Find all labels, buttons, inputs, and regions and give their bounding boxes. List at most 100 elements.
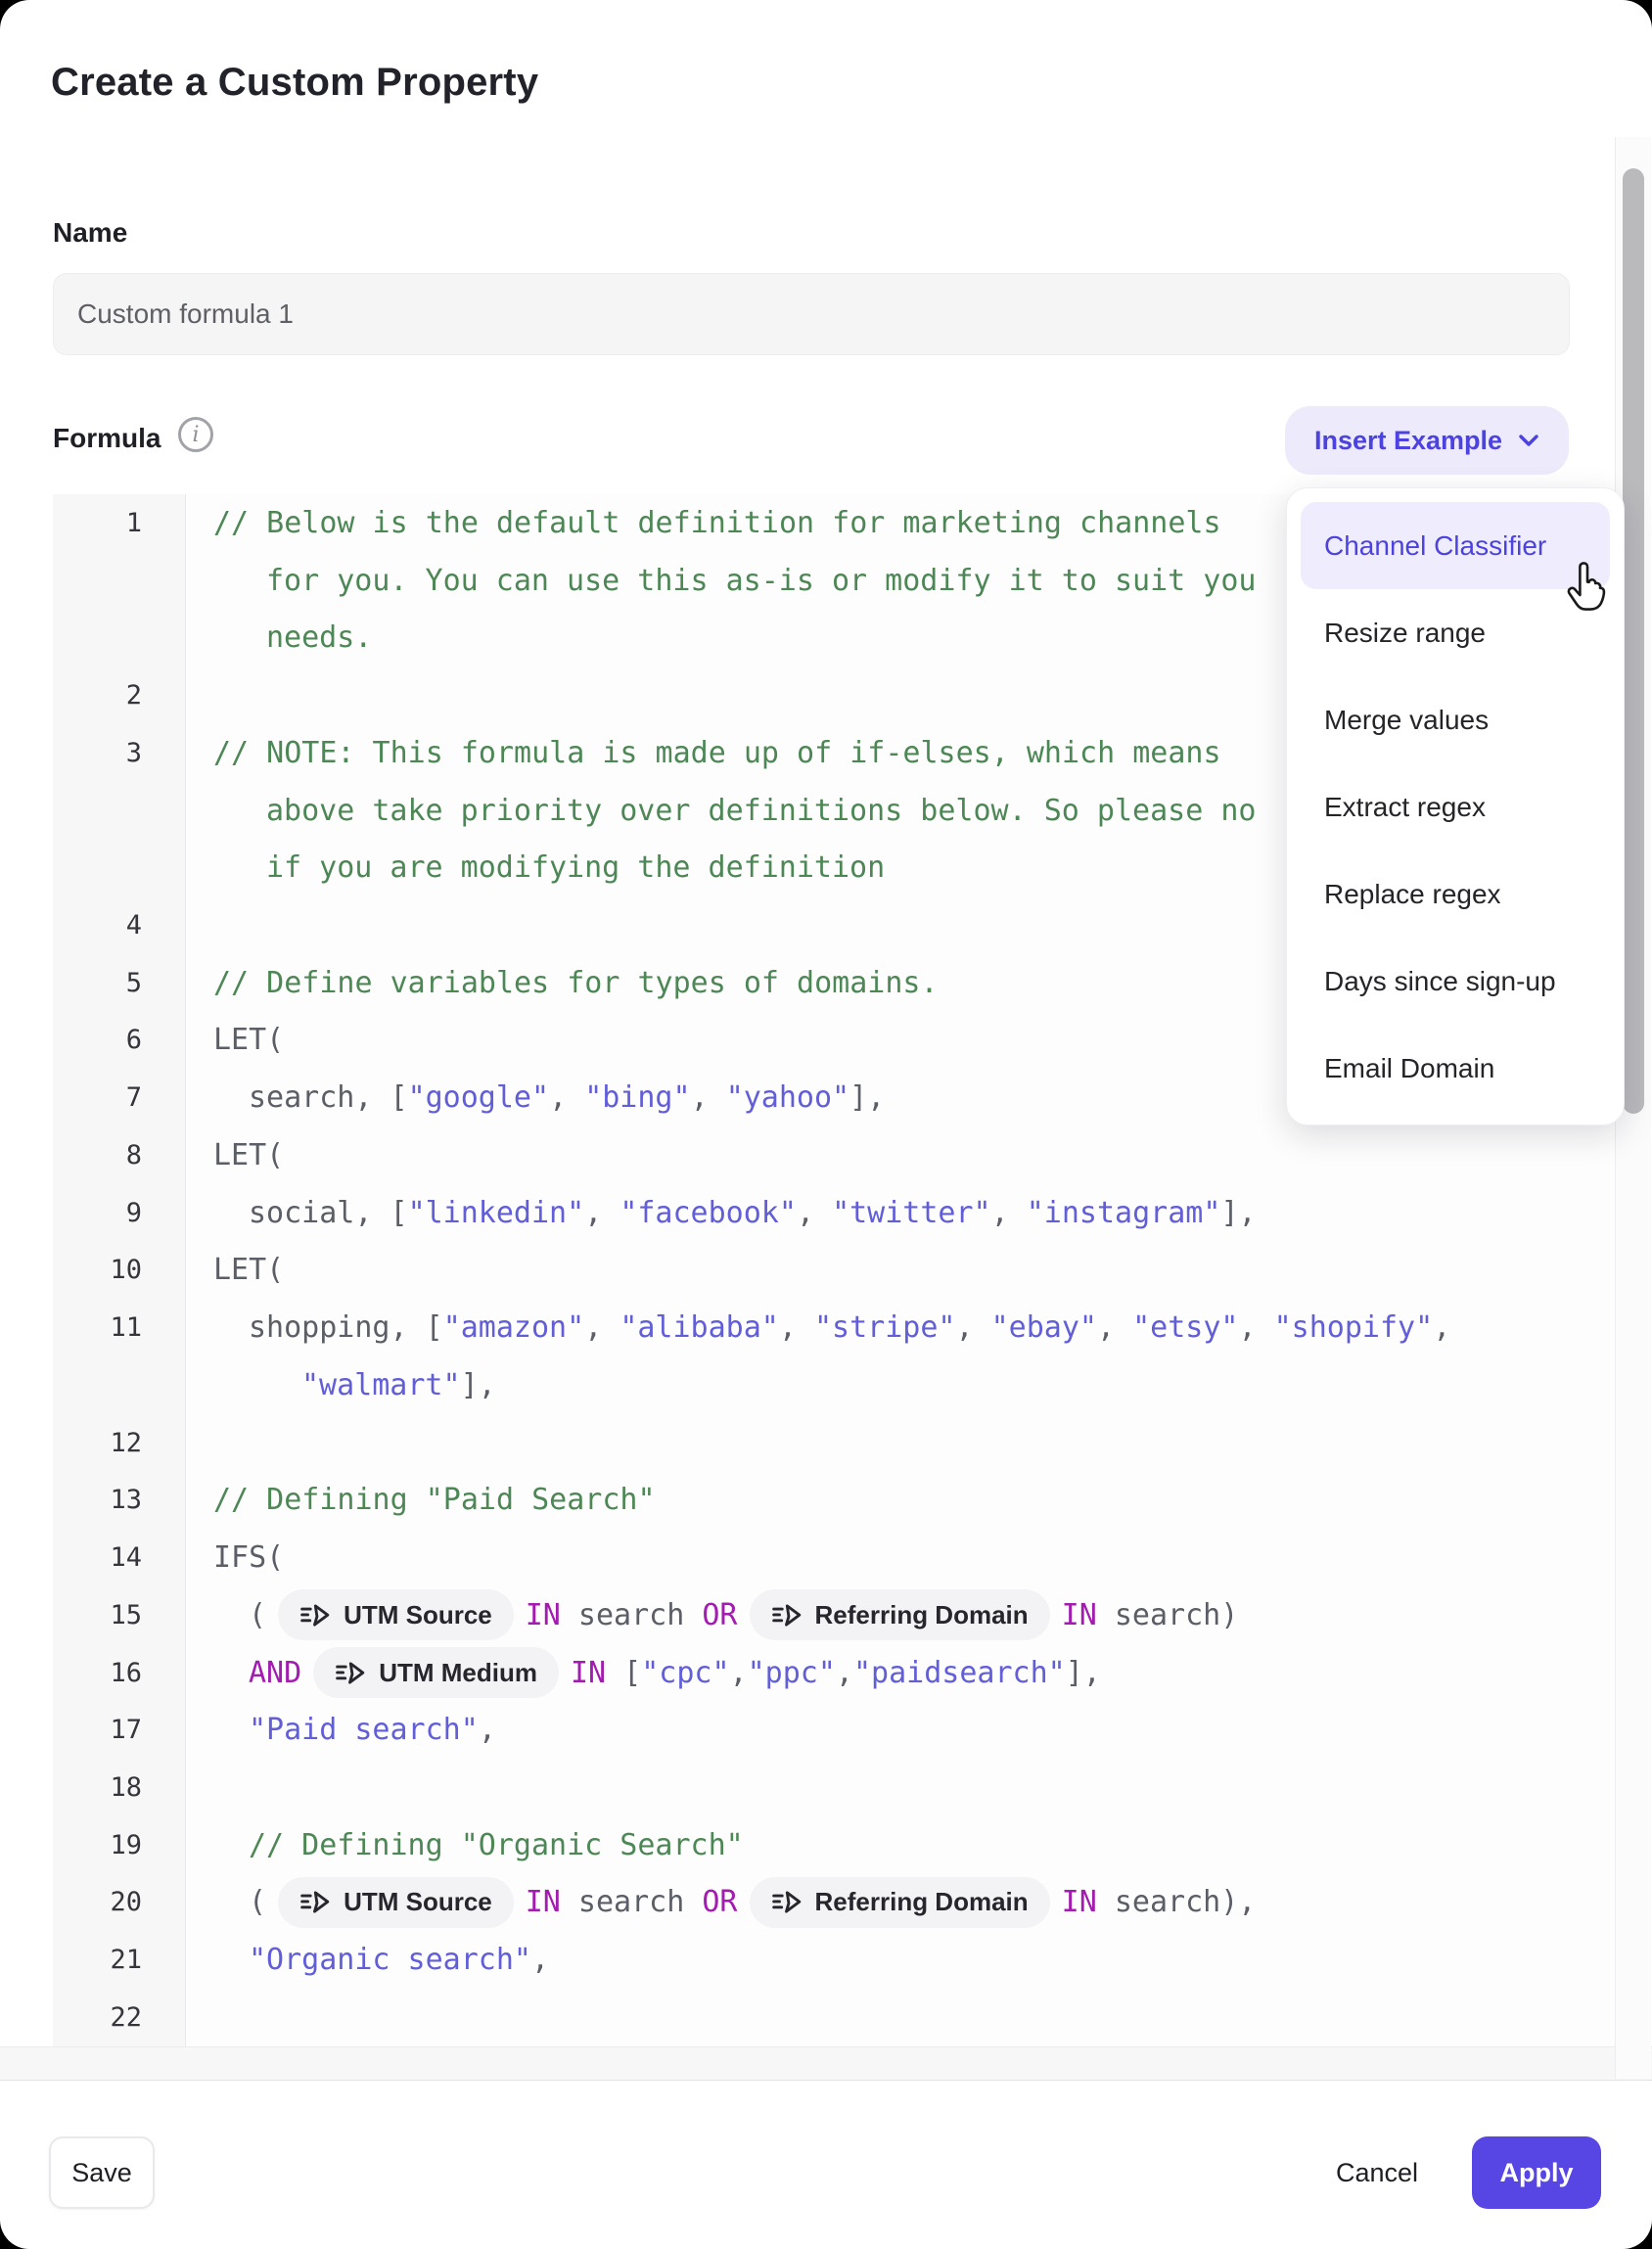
property-chip[interactable]: UTM Source — [278, 1589, 514, 1640]
code-keyword: OR — [702, 1598, 737, 1632]
code-keyword: IN — [1062, 1598, 1097, 1632]
property-chip[interactable]: Referring Domain — [750, 1589, 1050, 1640]
fast-cursor-icon — [335, 1660, 366, 1686]
line-number: 11 — [53, 1299, 186, 1356]
insert-example-button[interactable]: Insert Example — [1285, 406, 1569, 475]
line-number — [53, 782, 186, 840]
line-number: 22 — [53, 1989, 186, 2046]
property-chip[interactable]: Referring Domain — [750, 1877, 1050, 1928]
code-string: "stripe" — [814, 1310, 956, 1345]
line-number — [53, 839, 186, 896]
property-chip[interactable]: UTM Source — [278, 1877, 514, 1928]
code-string: "Organic search" — [249, 1943, 531, 1977]
line-number: 1 — [53, 494, 186, 552]
dropdown-item-days-since-sign-up[interactable]: Days since sign-up — [1301, 938, 1610, 1025]
line-number: 8 — [53, 1126, 186, 1184]
formula-label: Formula — [53, 423, 161, 454]
code-text: LET( — [213, 1023, 284, 1057]
code-string: "shopify" — [1274, 1310, 1434, 1345]
code-text: , — [531, 1943, 549, 1977]
line-number — [53, 552, 186, 610]
code-line: 18 — [53, 1759, 1615, 1816]
code-string: "ppc" — [748, 1656, 836, 1690]
code-line: 10LET( — [53, 1242, 1615, 1300]
code-keyword: AND — [249, 1656, 301, 1690]
code-line-content: // Defining "Organic Search" — [186, 1828, 1615, 1862]
info-circle-icon[interactable]: i — [178, 417, 213, 452]
code-string: "Paid search" — [249, 1713, 479, 1747]
dropdown-item-replace-regex[interactable]: Replace regex — [1301, 850, 1610, 938]
code-text: search, [ — [249, 1080, 408, 1115]
code-string: "alibaba" — [620, 1310, 779, 1345]
line-number: 19 — [53, 1816, 186, 1874]
line-number: 17 — [53, 1701, 186, 1759]
dropdown-item-merge-values[interactable]: Merge values — [1301, 676, 1610, 763]
line-number: 21 — [53, 1931, 186, 1989]
code-text: search — [561, 1885, 703, 1919]
code-text: ( — [249, 1885, 266, 1919]
dropdown-item-email-domain[interactable]: Email Domain — [1301, 1025, 1610, 1112]
line-number — [53, 1356, 186, 1414]
code-text: , — [797, 1196, 832, 1230]
code-comment: for you. You can use this as-is or modif… — [266, 564, 1256, 598]
line-number: 9 — [53, 1184, 186, 1242]
code-string: "yahoo" — [726, 1080, 849, 1115]
line-number: 20 — [53, 1874, 186, 1932]
apply-button[interactable]: Apply — [1472, 2136, 1601, 2209]
code-text: , — [779, 1310, 814, 1345]
code-line: 9social, ["linkedin", "facebook", "twitt… — [53, 1184, 1615, 1242]
code-text: [ — [606, 1656, 641, 1690]
line-number: 14 — [53, 1529, 186, 1586]
cancel-button[interactable]: Cancel — [1313, 2136, 1441, 2209]
code-line: 8LET( — [53, 1126, 1615, 1184]
code-comment: // Defining "Paid Search" — [213, 1483, 656, 1517]
cursor-pointer-icon — [1562, 562, 1609, 613]
code-line-content: social, ["linkedin", "facebook", "twitte… — [186, 1196, 1615, 1230]
dropdown-item-extract-regex[interactable]: Extract regex — [1301, 763, 1610, 850]
code-line-content: LET( — [186, 1138, 1615, 1172]
modal-scrollbar-thumb[interactable] — [1623, 168, 1644, 1114]
code-string: "ebay" — [991, 1310, 1097, 1345]
fast-cursor-icon — [771, 1602, 803, 1629]
editor-bottom-strip — [0, 2046, 1652, 2081]
code-comment: needs. — [266, 620, 372, 655]
code-line-content: (UTM SourceIN search ORReferring DomainI… — [186, 1877, 1615, 1928]
code-string: "google" — [408, 1080, 550, 1115]
code-line: 15(UTM SourceIN search ORReferring Domai… — [53, 1586, 1615, 1644]
code-line: 13// Defining "Paid Search" — [53, 1471, 1615, 1529]
code-text: , — [549, 1080, 584, 1115]
code-line-content: IFS( — [186, 1540, 1615, 1575]
code-comment: // NOTE: This formula is made up of if-e… — [213, 736, 1221, 770]
line-number: 7 — [53, 1069, 186, 1126]
code-string: "twitter" — [832, 1196, 991, 1230]
code-string: "etsy" — [1132, 1310, 1238, 1345]
line-number: 12 — [53, 1414, 186, 1472]
line-number: 5 — [53, 954, 186, 1012]
code-line: 21 "Organic search", — [53, 1931, 1615, 1989]
code-comment: // Defining "Organic Search" — [249, 1828, 744, 1862]
code-keyword: IN — [526, 1598, 561, 1632]
code-string: "amazon" — [443, 1310, 585, 1345]
line-number — [53, 609, 186, 666]
code-text: , — [991, 1196, 1027, 1230]
code-string: "instagram" — [1027, 1196, 1221, 1230]
code-text: search), — [1097, 1885, 1257, 1919]
code-text: social, [ — [249, 1196, 408, 1230]
code-text: LET( — [213, 1253, 284, 1287]
property-chip[interactable]: UTM Medium — [313, 1647, 559, 1698]
code-text: , — [691, 1080, 726, 1115]
save-button[interactable]: Save — [49, 2136, 155, 2209]
line-number: 3 — [53, 724, 186, 782]
code-text: , — [1097, 1310, 1132, 1345]
code-line: 17"Paid search", — [53, 1701, 1615, 1759]
code-line-content: "walmart"], — [186, 1368, 1615, 1402]
line-number: 4 — [53, 896, 186, 954]
code-string: "bing" — [584, 1080, 690, 1115]
code-line-content: // Defining "Paid Search" — [186, 1483, 1615, 1517]
code-keyword: IN — [571, 1656, 606, 1690]
name-input[interactable]: Custom formula 1 — [53, 273, 1570, 355]
page-title: Create a Custom Property — [51, 61, 538, 105]
code-line-content: "Paid search", — [186, 1713, 1615, 1747]
code-comment: // Define variables for types of domains… — [213, 966, 939, 1000]
code-line: 22 — [53, 1989, 1615, 2046]
